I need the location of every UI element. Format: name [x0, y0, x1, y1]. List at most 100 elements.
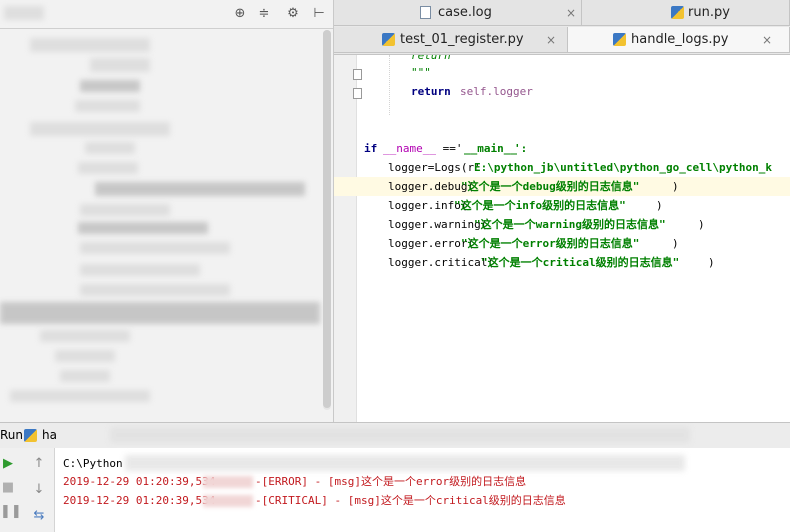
- log-call-message: "这个是一个error级别的日志信息": [461, 237, 640, 250]
- return-keyword: return: [411, 85, 451, 98]
- compare-op: ==': [436, 142, 463, 155]
- docstring-end: """: [411, 66, 431, 79]
- log-call-close: ): [672, 237, 679, 250]
- code-line: logger.info("这个是一个info级别的日志信息"): [334, 196, 790, 215]
- log-timestamp: 2019-12-29 01:20:39,534: [63, 494, 216, 507]
- scroll-down-icon[interactable]: ↓: [31, 482, 47, 498]
- tree-row[interactable]: [95, 182, 305, 196]
- editor-tab-bar: case.log × run.py test_01_register.py × …: [334, 0, 790, 55]
- console-line-error: 2019-12-29 01:20:39,534 -[ERROR] - [msg]这…: [63, 472, 526, 491]
- code-line: return self.logger: [334, 82, 790, 101]
- console-command: C:\Python: [63, 457, 123, 470]
- code-line: logger=Logs(r' E:\python_jb\untitled\pyth…: [334, 158, 790, 177]
- tab-case-log[interactable]: case.log ×: [334, 0, 582, 26]
- log-call-message: "这个是一个critical级别的日志信息": [481, 256, 680, 269]
- code-line: if __name__ ==' __main__ ':: [334, 139, 790, 158]
- code-line: """: [334, 63, 790, 82]
- tree-row[interactable]: [78, 162, 138, 174]
- tab-label: handle_logs.py: [631, 32, 729, 47]
- logger-init-prefix: logger=Logs(r': [388, 161, 481, 174]
- tab-label: run.py: [688, 5, 730, 20]
- tree-row[interactable]: [78, 222, 208, 234]
- scroll-up-icon[interactable]: ↑: [31, 456, 47, 472]
- log-call-close: ): [698, 218, 705, 231]
- name-dunder: __name__: [383, 142, 436, 155]
- blurred-run-title: [110, 427, 690, 443]
- tree-row[interactable]: [80, 264, 200, 276]
- python-file-icon: [613, 33, 626, 46]
- close-tab-icon[interactable]: ×: [566, 0, 576, 26]
- log-call-message: "这个是一个debug级别的日志信息": [461, 180, 640, 193]
- tab-handle-logs[interactable]: handle_logs.py ×: [568, 27, 790, 53]
- tree-row[interactable]: [80, 242, 230, 254]
- return-expression: self.logger: [460, 85, 533, 98]
- rerun-icon[interactable]: ▶: [0, 456, 16, 472]
- close-tab-icon[interactable]: ×: [546, 27, 556, 53]
- code-line: logger.error("这个是一个error级别的日志信息"): [334, 234, 790, 253]
- tree-row[interactable]: [10, 390, 150, 402]
- log-timestamp: 2019-12-29 01:20:39,534: [63, 475, 216, 488]
- tree-row[interactable]: [55, 350, 115, 362]
- tree-row[interactable]: [80, 80, 140, 92]
- run-toolbar-secondary: ↑ ↓ ⇆: [26, 448, 55, 532]
- tree-row[interactable]: [80, 284, 230, 296]
- code-line-current: logger.debug("这个是一个debug级别的日志信息"): [334, 177, 790, 196]
- console-line: C:\Python: [63, 454, 123, 473]
- project-scrollbar[interactable]: [323, 30, 331, 410]
- log-call-close: ): [672, 180, 679, 193]
- python-file-icon: [671, 6, 684, 19]
- tree-row[interactable]: [90, 58, 150, 72]
- hide-panel-icon[interactable]: ⊢: [311, 6, 327, 22]
- run-panel-header: Run ha: [0, 422, 790, 449]
- log-call-method: logger.critical(: [388, 256, 494, 269]
- run-console[interactable]: C:\Python 2019-12-29 01:20:39,534 -[ERROR…: [55, 448, 790, 532]
- pause-icon[interactable]: ❚❚: [0, 504, 22, 520]
- tree-row[interactable]: [85, 142, 135, 154]
- tab-run-py[interactable]: run.py: [582, 0, 790, 26]
- tab-test-01-register[interactable]: test_01_register.py ×: [334, 27, 568, 53]
- crosshair-icon[interactable]: ⊕: [232, 6, 248, 22]
- run-toolbar: ▶ ■ ❚❚: [0, 448, 27, 532]
- tree-row[interactable]: [60, 370, 110, 382]
- gear-icon[interactable]: ⚙: [285, 6, 301, 22]
- if-keyword: if: [364, 142, 378, 155]
- blurred-toolbar-title: [4, 6, 44, 20]
- tree-row[interactable]: [30, 38, 150, 52]
- tree-row[interactable]: [75, 100, 140, 112]
- console-line-error: 2019-12-29 01:20:39,534 -[CRITICAL] - [ms…: [63, 491, 566, 510]
- log-message: -[ERROR] - [msg]这个是一个error级别的日志信息: [255, 475, 527, 488]
- project-toolbar: ⊕ ≑ ⚙ ⊢: [0, 0, 333, 29]
- tab-label: test_01_register.py: [400, 32, 524, 47]
- python-file-icon: [382, 33, 395, 46]
- log-call-method: logger.warning(: [388, 218, 488, 231]
- main-string: __main__: [464, 142, 517, 155]
- log-call-close: ): [708, 256, 715, 269]
- project-scrollbar-thumb[interactable]: [323, 30, 331, 408]
- log-call-close: ): [656, 199, 663, 212]
- tab-label: case.log: [438, 5, 492, 20]
- log-call-message: "这个是一个warning级别的日志信息": [474, 218, 666, 231]
- soft-wrap-icon[interactable]: ⇆: [31, 508, 47, 524]
- tree-row[interactable]: [80, 204, 170, 216]
- if-tail: ':: [514, 142, 528, 155]
- close-tab-icon[interactable]: ×: [762, 27, 772, 53]
- blurred-console-text: [125, 455, 685, 471]
- stop-icon[interactable]: ■: [0, 480, 16, 496]
- collapse-icon[interactable]: ≑: [256, 6, 272, 22]
- log-file-icon: [420, 6, 431, 19]
- log-message: -[CRITICAL] - [msg]这个是一个critical级别的日志信息: [255, 494, 566, 507]
- logger-init-path: E:\python_jb\untitled\python_go_cell\pyt…: [474, 161, 773, 174]
- code-line: logger.warning("这个是一个warning级别的日志信息"): [334, 215, 790, 234]
- tree-row[interactable]: [30, 122, 170, 136]
- log-call-message: "这个是一个info级别的日志信息": [454, 199, 626, 212]
- run-config-name[interactable]: ha: [42, 423, 57, 448]
- project-panel: ⊕ ≑ ⚙ ⊢: [0, 0, 334, 422]
- run-label[interactable]: Run: [0, 423, 23, 448]
- code-line: logger.critical("这个是一个critical级别的日志信息"): [334, 253, 790, 272]
- blurred-logger-name: [203, 476, 253, 488]
- tree-row[interactable]: [40, 330, 130, 342]
- python-file-icon: [24, 429, 37, 442]
- tree-row-selected[interactable]: [0, 302, 320, 324]
- code-editor[interactable]: return """ return self.logger if __name__ …: [334, 55, 790, 422]
- blurred-logger-name: [203, 495, 253, 507]
